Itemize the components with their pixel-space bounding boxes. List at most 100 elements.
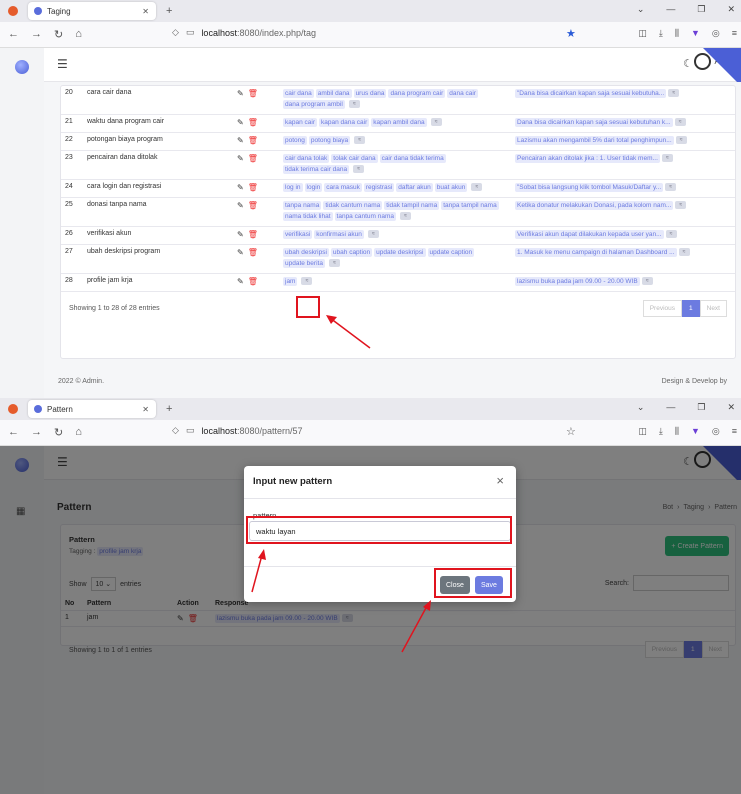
edit-icon[interactable]: ✎	[237, 277, 244, 286]
pattern-tag: update caption	[427, 248, 475, 257]
edit-icon[interactable]: ✎	[237, 230, 244, 239]
pattern-tag: ubah deskripsi	[283, 248, 329, 257]
library-icon[interactable]: ⫼	[675, 426, 679, 437]
trash-icon[interactable]: 🗑	[248, 118, 258, 127]
response-icon[interactable]: ≈	[675, 201, 687, 210]
back-icon[interactable]: ←	[8, 28, 19, 41]
close-tab-icon[interactable]: ✕	[142, 7, 149, 16]
close-tab-icon[interactable]: ✕	[142, 405, 149, 414]
trash-icon[interactable]: 🗑	[248, 277, 258, 286]
address-host: localhost	[201, 27, 237, 38]
next-button[interactable]: Next	[699, 300, 727, 317]
response-icon[interactable]: ≈	[665, 230, 677, 239]
pattern-icon[interactable]: ≈	[348, 100, 360, 109]
table-row: 26 verifikasi akun ✎ 🗑 verifikasi konfirmasi …	[61, 226, 735, 245]
reload-icon[interactable]: ↻	[54, 28, 63, 41]
close-window-icon[interactable]: ✕	[727, 402, 735, 413]
forward-icon[interactable]: →	[31, 28, 42, 41]
vpn-icon[interactable]: ▼	[691, 426, 700, 437]
pocket-icon[interactable]: ◫	[638, 426, 647, 437]
trash-icon[interactable]: 🗑	[248, 89, 258, 98]
hamburger-icon[interactable]: ☰	[57, 57, 68, 71]
edit-icon[interactable]: ✎	[237, 89, 244, 98]
menu-icon[interactable]: ≡	[732, 426, 737, 437]
trash-icon[interactable]: 🗑	[248, 230, 258, 239]
library-icon[interactable]: ⫼	[675, 28, 679, 39]
home-icon[interactable]: ⌂	[75, 426, 82, 439]
row-tagging: ubah deskripsi program	[83, 244, 233, 274]
edit-icon[interactable]: ✎	[237, 183, 244, 192]
pattern-tag: ambil dana	[315, 89, 352, 98]
tab-list-icon[interactable]: ⌄	[637, 402, 645, 413]
new-tab-icon[interactable]: +	[166, 403, 172, 415]
pattern-tag: tidak terima cair dana	[283, 165, 350, 174]
edit-icon[interactable]: ✎	[237, 248, 244, 257]
pattern-icon[interactable]: ≈	[471, 183, 483, 192]
pattern-icon[interactable]: ≈	[399, 212, 411, 221]
page-1-button[interactable]: 1	[682, 300, 700, 317]
extension-icon[interactable]: ◎	[712, 426, 720, 437]
trash-icon[interactable]: 🗑	[248, 136, 258, 145]
edit-icon[interactable]: ✎	[237, 201, 244, 210]
edit-icon[interactable]: ✎	[237, 118, 244, 127]
pattern-icon[interactable]: ≈	[367, 230, 379, 239]
pattern-icon[interactable]: ≈	[430, 118, 442, 127]
pattern-icon[interactable]: ≈	[328, 259, 340, 268]
response-icon[interactable]: ≈	[678, 248, 690, 257]
pattern-icon[interactable]: ≈	[354, 136, 366, 145]
close-icon[interactable]: ×	[496, 473, 504, 488]
close-window-icon[interactable]: ✕	[727, 4, 735, 15]
address-field[interactable]: ◇ ▭ localhost:8080/pattern/57	[172, 425, 303, 436]
extension-icon[interactable]: ◎	[712, 28, 720, 39]
address-path: :8080/index.php/tag	[236, 27, 317, 38]
browser-tab[interactable]: Taging ✕	[28, 2, 156, 20]
trash-icon[interactable]: 🗑	[248, 248, 258, 257]
response-icon[interactable]: ≈	[675, 136, 687, 145]
row-no: 22	[61, 132, 83, 151]
table-row: 28 profile jam krja ✎ 🗑 jam ≈ lazismu buka pad…	[61, 273, 735, 292]
maximize-icon[interactable]: ❐	[697, 402, 705, 413]
pattern-tag: kapan dana cair	[319, 118, 370, 127]
vpn-icon[interactable]: ▼	[691, 28, 700, 39]
previous-button[interactable]: Previous	[642, 300, 682, 317]
row-tagging: profile jam krja	[83, 273, 233, 292]
tab-list-icon[interactable]: ⌄	[637, 4, 645, 15]
edit-icon[interactable]: ✎	[237, 154, 244, 163]
pattern-tag: dana program ambil	[283, 100, 345, 109]
menu-icon[interactable]: ≡	[732, 28, 737, 39]
top-nav: ☰ ☾ Adm	[44, 48, 741, 86]
trash-icon[interactable]: 🗑	[248, 154, 258, 163]
reload-icon[interactable]: ↻	[54, 426, 63, 439]
response-icon[interactable]: ≈	[668, 89, 680, 98]
minimize-icon[interactable]: —	[666, 4, 675, 15]
download-icon[interactable]: ⤓	[659, 426, 663, 437]
response-icon[interactable]: ≈	[641, 277, 653, 286]
pattern-icon[interactable]: ≈	[301, 277, 313, 286]
edit-icon[interactable]: ✎	[237, 136, 244, 145]
back-icon[interactable]: ←	[8, 426, 19, 439]
firefox-icon	[8, 6, 18, 16]
maximize-icon[interactable]: ❐	[697, 4, 705, 15]
pattern-icon[interactable]: ≈	[353, 165, 365, 174]
trash-icon[interactable]: 🗑	[248, 183, 258, 192]
response-icon[interactable]: ≈	[661, 154, 673, 163]
pocket-icon[interactable]: ◫	[638, 28, 647, 39]
trash-icon[interactable]: 🗑	[248, 201, 258, 210]
dark-mode-icon[interactable]: ☾	[683, 57, 693, 70]
pattern-tag: nama tidak lihat	[283, 212, 333, 221]
address-field[interactable]: ◇ ▭ localhost:8080/index.php/tag	[172, 27, 316, 38]
browser-tab[interactable]: Pattern ✕	[28, 400, 156, 418]
bookmark-star-icon[interactable]: ★	[566, 27, 576, 40]
bookmark-star-icon[interactable]: ☆	[566, 425, 576, 438]
minimize-icon[interactable]: —	[666, 402, 675, 413]
download-icon[interactable]: ⤓	[659, 28, 663, 39]
row-response: "Dana bisa dicairkan kapan saja sesuai k…	[515, 89, 667, 98]
home-icon[interactable]: ⌂	[75, 28, 82, 41]
pattern-tag: tanpa nama	[283, 201, 322, 210]
tab-title: Taging	[47, 6, 71, 16]
response-icon[interactable]: ≈	[674, 118, 686, 127]
pattern-tag: ubah caption	[330, 248, 373, 257]
forward-icon[interactable]: →	[31, 426, 42, 439]
new-tab-icon[interactable]: +	[166, 5, 172, 17]
response-icon[interactable]: ≈	[665, 183, 677, 192]
